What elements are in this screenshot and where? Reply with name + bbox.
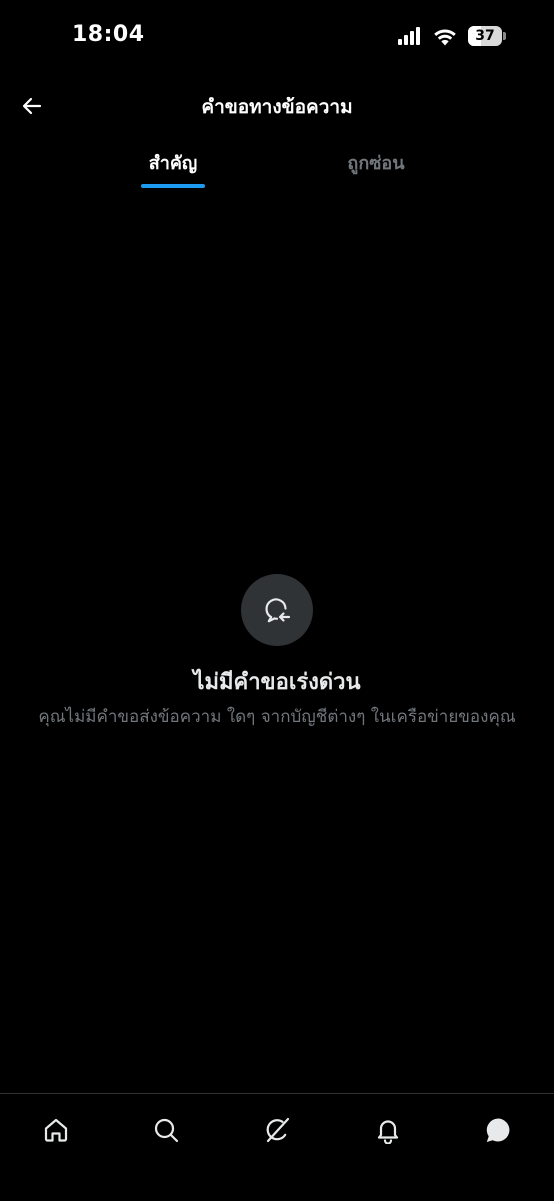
tab-important[interactable]: สำคัญ (123, 140, 223, 190)
empty-state: ไม่มีคำขอเร่งด่วน คุณไม่มีคำขอส่งข้อความ… (0, 574, 554, 729)
tab-label: ถูกซ่อน (347, 153, 405, 174)
nav-messages[interactable] (476, 1108, 520, 1152)
nav-home[interactable] (34, 1108, 78, 1152)
message-request-icon (265, 598, 291, 623)
empty-state-icon-circle (241, 574, 313, 646)
empty-state-description: คุณไม่มีคำขอส่งข้อความ ใดๆ จากบัญชีต่างๆ… (38, 707, 516, 727)
nav-notifications[interactable] (366, 1108, 410, 1152)
tab-hidden[interactable]: ถูกซ่อน (326, 140, 426, 190)
wifi-icon (434, 28, 456, 45)
search-icon (154, 1118, 179, 1143)
battery-icon: 37 (468, 26, 506, 46)
nav-grok[interactable] (255, 1108, 299, 1152)
home-icon (44, 1118, 68, 1142)
bell-icon (377, 1120, 399, 1144)
tab-bar: สำคัญ ถูกซ่อน (0, 140, 554, 190)
bottom-nav (0, 1093, 554, 1201)
top-bar: คำขอทางข้อความ (0, 80, 554, 132)
grok-icon (266, 1117, 290, 1143)
empty-state-title: ไม่มีคำขอเร่งด่วน (193, 670, 361, 695)
battery-percent: 37 (475, 28, 495, 44)
active-tab-indicator (141, 184, 205, 188)
status-bar: 18:04 37 (0, 0, 554, 80)
tab-label: สำคัญ (148, 153, 198, 174)
status-indicators: 37 (398, 26, 506, 46)
page-title: คำขอทางข้อความ (201, 96, 353, 118)
status-time: 18:04 (72, 22, 145, 47)
nav-search[interactable] (144, 1108, 188, 1152)
messages-icon (486, 1118, 510, 1142)
cellular-signal-icon (398, 27, 420, 45)
